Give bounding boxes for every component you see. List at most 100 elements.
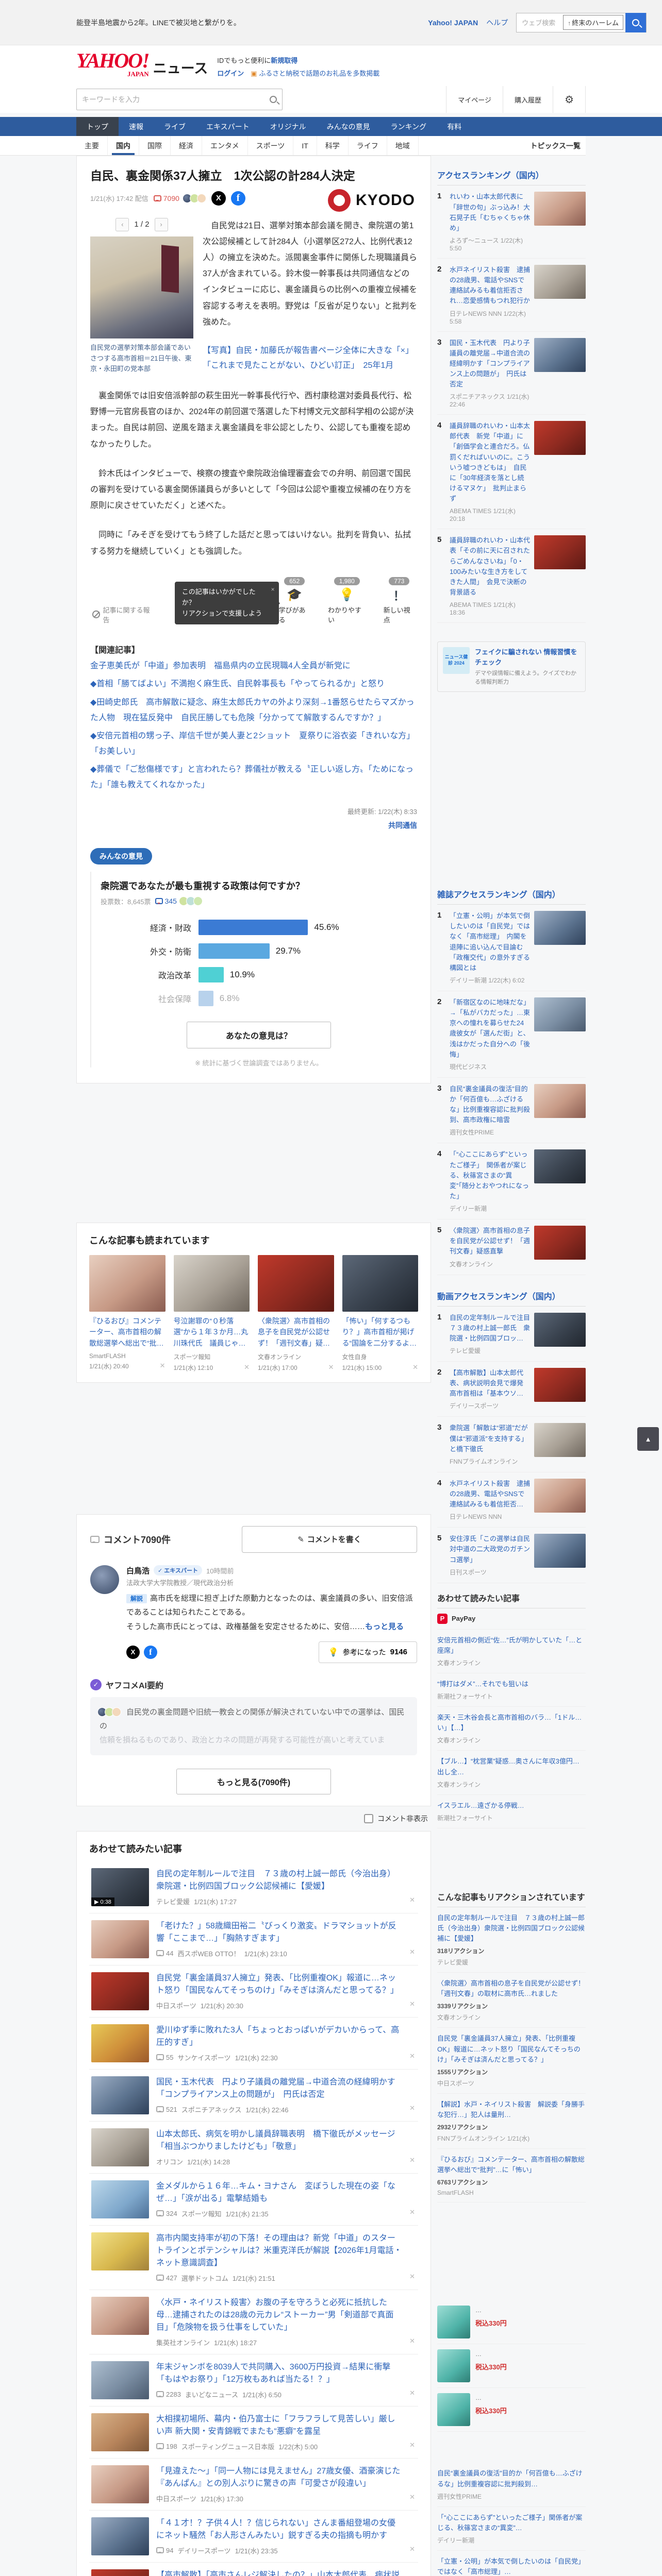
write-comment-button[interactable]: ✎ コメントを書く	[242, 1526, 417, 1553]
help-link[interactable]: ヘルプ	[486, 18, 508, 28]
furusato-link[interactable]: ふるさと納税で話題のお礼品を多数掲載	[259, 70, 379, 77]
ranking-item[interactable]: 5 議員辞職のれいわ・山本代表「その前に天に召されたらごめんなさいね」「0・10…	[437, 529, 586, 623]
ranking-item[interactable]: 2 【高市解散】山本太郎代表、病状説明会見で爆発 高市首相は「基本ウソつき」 デ…	[437, 1362, 586, 1417]
category-item[interactable]: スポーツ	[248, 136, 294, 156]
ranking-item[interactable]: 4 水戸ネイリスト殺害 逮捕の28歳男、電話やSNSで連絡試みるも着信拒否され……	[437, 1472, 586, 1528]
list-item[interactable]: 「見違えた～」「同一人物には見えません」27歳女優、酒豪演じた『あんぱん』との別…	[89, 2459, 418, 2511]
ranking-item[interactable]: 2 「新宿区なのに地味だな」→「私がバカだった」…東京への憧れを募らせた24歳彼…	[437, 991, 586, 1078]
login-link[interactable]: ログイン	[217, 70, 244, 77]
yahoo-news-logo[interactable]: YAHOO! JAPAN ニュース	[76, 50, 208, 78]
sidebar-link-item[interactable]: 【解説】水戸・ネイリスト殺害 解説委「身勝手な犯行…」犯人は量刑… 2932リア…	[437, 2094, 586, 2149]
list-item-title[interactable]: 「見違えた～」「同一人物には見えません」27歳女優、酒豪演じた『あんぱん』との別…	[156, 2465, 402, 2490]
related-link[interactable]: ◆田崎史郎氏 高市解散に疑念、麻生太郎氏カヤの外より深刻→1番怒らせたらマズかっ…	[90, 695, 417, 725]
shopping-ad-item[interactable]: … 税込330円	[437, 2388, 586, 2432]
hide-comments-checkbox[interactable]	[364, 1814, 373, 1823]
dismiss-icon[interactable]: ✕	[409, 2104, 416, 2114]
access-ranking-header[interactable]: アクセスランキング（国内）	[437, 168, 586, 186]
list-item-title[interactable]: 高市内閣支持率が初の下落！その理由は？新党「中道」のスタートラインとポテンシャル…	[156, 2232, 402, 2269]
poll-comment-count[interactable]: 345	[155, 897, 177, 905]
list-item-title[interactable]: 国民・玉木代表 円より子議員の離党届→中道合流の経緯明かす「コンプライアンス上の…	[156, 2076, 402, 2101]
sidebar-link-item[interactable]: イスラエル…遠ざかる停戦… 新潮社フォーサイト	[437, 1795, 586, 1828]
nav-tab[interactable]: 速報	[119, 117, 154, 136]
read-more-link[interactable]: もっと見る	[365, 1622, 404, 1631]
category-item[interactable]: 経済	[171, 136, 202, 156]
keyword-search-input[interactable]: キーワードを入力	[76, 89, 283, 111]
ranking-item[interactable]: 5 安住淳氏「この選挙は自民対中道の二大政党のガチンコ選挙」 日刊スポーツ	[437, 1528, 586, 1583]
article-card-item[interactable]: 「怖い」「何するつもり？」高市首相が掲げる“国論を二分するよ… 女性自身 1/2…	[342, 1255, 418, 1372]
ranking-item[interactable]: 1 れいわ・山本太郎代表に「辞世の句」ぶっ込み！大石晃子氏「むちゃくちゃ休め」 …	[437, 185, 586, 259]
facebook-share-button[interactable]: f	[144, 1645, 157, 1659]
ranking-item[interactable]: 5 〈衆院選〉高市首相の息子を自民党が公認せず！「週刊文春」疑惑直撃 文春オンラ…	[437, 1219, 586, 1275]
list-item-title[interactable]: 「４１才！？子供４人！？信じられない」さんま番組登場の女優にネット騒然「お人形さ…	[156, 2517, 402, 2542]
list-item-title[interactable]: 年末ジャンボを8039人で共同購入、3600万円投資→結果に衝撃 「もはやお祭り…	[156, 2361, 402, 2386]
article-card-item[interactable]: 号泣謝罪の“０秒落選”から１年３か月…丸川珠代氏 議員じゃな… スポーツ報知 1…	[173, 1255, 250, 1372]
photo-caption[interactable]: 自民党の選挙対策本部会議であいさつする高市首相＝21日午後、東京・永田町の党本部	[90, 343, 193, 375]
dismiss-icon[interactable]: ✕	[409, 1896, 416, 1906]
web-search-button[interactable]	[625, 12, 646, 32]
ranking-item[interactable]: 4 議員辞職のれいわ・山本太郎代表 新党「中道」に「創価学会と連合だろ。仏罰くだ…	[437, 415, 586, 530]
nav-tab[interactable]: 有料	[437, 117, 472, 136]
dismiss-icon[interactable]: ✕	[244, 1363, 250, 1372]
list-item-title[interactable]: 自民の定年制ルールで注目 ７３歳の村上誠一郎氏（今治出身）衆院選・比例四国ブロッ…	[156, 1868, 402, 1893]
reaction-button[interactable]: 652 🎓 学びがある	[279, 577, 310, 624]
list-item[interactable]: ▶ 0:38 自民の定年制ルールで注目 ７３歳の村上誠一郎氏（今治出身）衆院選・…	[89, 1861, 418, 1913]
poll-vote-button[interactable]: あなたの意見は？	[187, 1021, 331, 1048]
report-article-link[interactable]: 記事に関する報告	[92, 605, 154, 624]
dismiss-icon[interactable]: ✕	[409, 1948, 416, 1958]
dismiss-icon[interactable]: ✕	[328, 1363, 334, 1372]
ranking-item[interactable]: 3 国民・玉木代表 円より子議員の離党届→中道合流の経緯明かす「コンプライアンス…	[437, 332, 586, 415]
shopping-ad-item[interactable]: … 税込330円	[437, 2300, 586, 2345]
dismiss-icon[interactable]: ✕	[409, 2545, 416, 2555]
list-item-title[interactable]: 「老けた？」58歳織田裕二〝びっくり激変〟ドラマショットが反響「ここまで…」「胸…	[156, 1920, 402, 1945]
list-item-title[interactable]: 【高市解散】「高市さんレジ解決したの？」山本太郎代表、病状説明会見で爆発 高市首…	[156, 2569, 402, 2576]
sidebar-link-item[interactable]: “博打はダメ”…それでも狙いは 新潮社フォーサイト	[437, 1673, 586, 1707]
category-item[interactable]: ライフ	[349, 136, 387, 156]
reaction-button[interactable]: 773 ！ 新しい視点	[384, 577, 415, 624]
facebook-share-button[interactable]: f	[230, 191, 245, 206]
more-comments-button[interactable]: もっと見る(7090件)	[176, 1768, 331, 1794]
category-item[interactable]: 主要	[76, 136, 108, 156]
list-item[interactable]: 【高市解散】「高市さんレジ解決したの？」山本太郎代表、病状説明会見で爆発 高市首…	[89, 2563, 418, 2576]
list-item[interactable]: 年末ジャンボを8039人で共同購入、3600万円投資→結果に衝撃 「もはやお祭り…	[89, 2354, 418, 2406]
avatar[interactable]	[90, 1565, 119, 1594]
back-to-top-button[interactable]: ▲	[637, 1427, 659, 1451]
sidebar-link-item[interactable]: 安倍元首相の側近“佐…”氏が明かしていた「…と座席」 文春オンライン	[437, 1630, 586, 1673]
sidebar-link-item[interactable]: 自民“裏金議員の復活”目的か「何百億も…ふざけるな」比例重複容認に批判殺到… 週…	[437, 2463, 586, 2507]
dismiss-icon[interactable]: ✕	[409, 2337, 416, 2347]
topics-list-link[interactable]: トピックス一覧	[530, 136, 586, 155]
dismiss-icon[interactable]: ✕	[409, 2441, 416, 2451]
sidebar-link-item[interactable]: 楽天・三木谷会長と高市首相のバラ…「1ドル…い」【…】 文春オンライン	[437, 1707, 586, 1751]
article-card-item[interactable]: 『ひるおび』コメンテーター、高市首相の解散総選挙へ総出で“批… SmartFLA…	[89, 1255, 166, 1372]
list-item-title[interactable]: 金メダルから１６年…キム・ヨナさん 変ぼうした現在の姿「なぜ…」「涙が出る」電撃…	[156, 2180, 402, 2205]
mypage-link[interactable]: マイページ	[446, 86, 503, 113]
yahoo-japan-link[interactable]: Yahoo! JAPAN	[428, 19, 478, 27]
paypay-banner[interactable]: P PayPay	[437, 1608, 586, 1630]
dismiss-icon[interactable]: ✕	[412, 1363, 418, 1372]
dismiss-icon[interactable]: ✕	[409, 2052, 416, 2062]
photo-link[interactable]: 【写真】自民・加藤氏が報告書ページ全体に大きな「×」「これまで見たことがない、ひ…	[203, 344, 417, 374]
list-item[interactable]: 「老けた？」58歳織田裕二〝びっくり激変〟ドラマショットが反響「ここまで…」「胸…	[89, 1913, 418, 1965]
list-item[interactable]: 国民・玉木代表 円より子議員の離党届→中道合流の経緯明かす「コンプライアンス上の…	[89, 2070, 418, 2122]
reaction-button[interactable]: 1,980 💡 わかりやすい	[328, 577, 366, 624]
fact-check-promo[interactable]: ニュース健診 2024 フェイクに騙されない 情報習慣をチェック デマや誤情報に…	[437, 641, 586, 692]
list-item-title[interactable]: 自民党「裏金議員37人擁立」発表、「比例重複OK」報道に…ネット怒り「国民なんて…	[156, 1972, 402, 1997]
top-promo-text[interactable]: 能登半島地震から2年。LINEで被災地と繋がりを。	[76, 18, 241, 28]
dismiss-icon[interactable]: ✕	[409, 2000, 416, 2010]
ranking-item[interactable]: 1 自民の定年制ルールで注目 ７３歳の村上誠一郎氏 衆院選・比例四国ブロック公認…	[437, 1307, 586, 1362]
gear-icon[interactable]: ⚙	[553, 86, 586, 113]
list-item-title[interactable]: 山本太郎氏、病気を明かし議員辞職表明 橋下徹氏がメッセージ「相当ぶつかりましたけ…	[156, 2128, 402, 2153]
photo-prev-button[interactable]: ‹	[115, 217, 129, 231]
source-link[interactable]: 共同通信	[388, 821, 417, 829]
list-item[interactable]: 金メダルから１６年…キム・ヨナさん 変ぼうした現在の姿「なぜ…」「涙が出る」電撃…	[89, 2174, 418, 2226]
nav-tab[interactable]: みんなの意見	[317, 117, 380, 136]
nav-tab[interactable]: トップ	[76, 117, 119, 137]
list-item-title[interactable]: 愛川ゆず季に敗れた3人「ちょっとおっぱいがデカいからって、高圧的すぎ」	[156, 2024, 402, 2049]
sidebar-link-item[interactable]: 【ブル…】“枕営業”疑惑…奥さんに年収3億円…出し全… 文春オンライン	[437, 1751, 586, 1795]
trend-query[interactable]: ↑ 終末のハーレム	[563, 15, 623, 30]
category-item[interactable]: 国際	[139, 136, 171, 156]
related-link[interactable]: 金子恵美氏が「中道」参加表明 福島県内の立民現職4人全員が新党に	[90, 658, 417, 674]
sidebar-link-item[interactable]: 自民の定年制ルールで注目 ７３歳の村上誠一郎氏（今治出身）衆院選・比例四国ブロッ…	[437, 1907, 586, 1973]
purchase-history-link[interactable]: 購入履歴	[503, 86, 553, 113]
category-item[interactable]: IT	[293, 136, 317, 156]
list-item-title[interactable]: 〈水戸・ネイリスト殺害〉お腹の子を守ろうと必死に抵抗した母…逮捕されたのは28歳…	[156, 2297, 402, 2334]
